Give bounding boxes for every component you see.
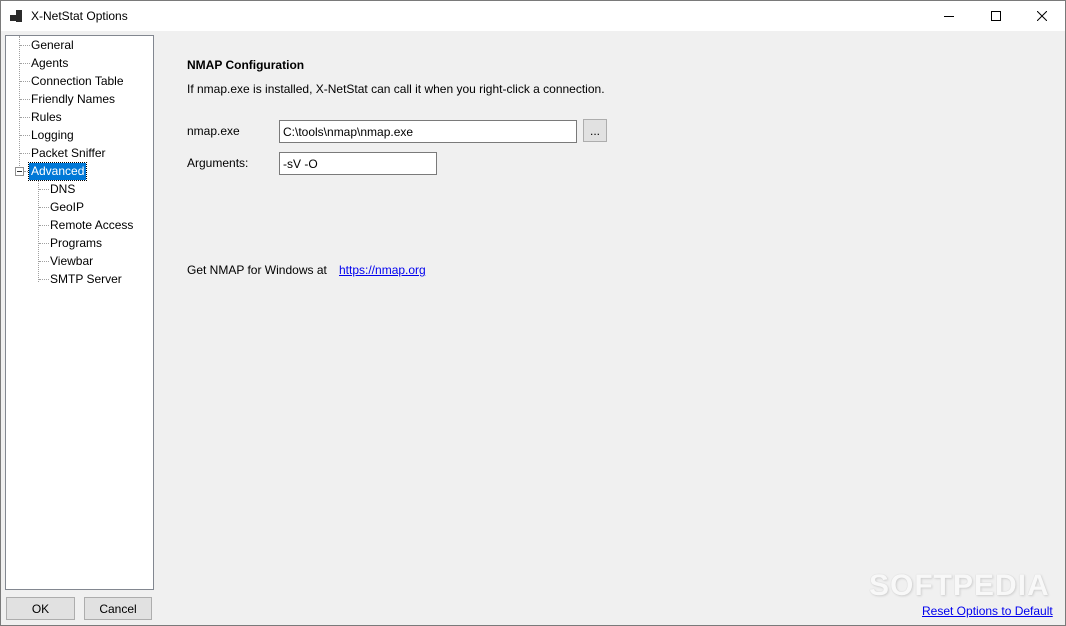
tree-item-logging[interactable]: Logging xyxy=(29,127,76,144)
get-nmap-text: Get NMAP for Windows at xyxy=(187,263,327,277)
tree-item-rules[interactable]: Rules xyxy=(29,109,64,126)
maximize-icon xyxy=(991,11,1001,21)
reset-options-link[interactable]: Reset Options to Default xyxy=(922,604,1053,618)
panel-heading: NMAP Configuration xyxy=(187,58,305,72)
tree-item-packet-sniffer[interactable]: Packet Sniffer xyxy=(29,145,107,162)
close-icon xyxy=(1037,11,1047,21)
cancel-button[interactable]: Cancel xyxy=(84,597,152,620)
tree-item-general[interactable]: General xyxy=(29,37,76,54)
collapse-icon[interactable] xyxy=(15,167,24,176)
tree-item-viewbar[interactable]: Viewbar xyxy=(48,253,95,270)
tree-item-remote-access[interactable]: Remote Access xyxy=(48,217,135,234)
app-icon xyxy=(10,10,24,22)
window-title: X-NetStat Options xyxy=(31,9,128,23)
softpedia-watermark: SOFTPEDIA xyxy=(869,569,1050,602)
tree-item-friendly-names[interactable]: Friendly Names xyxy=(29,91,117,108)
close-button[interactable] xyxy=(1019,1,1065,31)
tree-item-advanced[interactable]: Advanced xyxy=(27,162,88,181)
arguments-input[interactable] xyxy=(279,152,437,175)
options-window: X-NetStat Options General Agents Connect… xyxy=(0,0,1066,626)
minimize-button[interactable] xyxy=(926,1,972,31)
browse-button[interactable]: ... xyxy=(583,119,607,142)
arguments-label: Arguments: xyxy=(187,156,249,170)
minimize-icon xyxy=(944,16,954,17)
tree-item-programs[interactable]: Programs xyxy=(48,235,104,252)
nmap-exe-label: nmap.exe xyxy=(187,124,240,138)
options-tree[interactable]: General Agents Connection Table Friendly… xyxy=(5,35,154,590)
tree-line xyxy=(19,36,20,172)
tree-item-smtp-server[interactable]: SMTP Server xyxy=(48,271,124,288)
nmap-link[interactable]: https://nmap.org xyxy=(339,263,426,277)
tree-item-geoip[interactable]: GeoIP xyxy=(48,199,86,216)
tree-item-dns[interactable]: DNS xyxy=(48,181,77,198)
panel-description: If nmap.exe is installed, X-NetStat can … xyxy=(187,82,605,96)
title-bar[interactable]: X-NetStat Options xyxy=(1,1,1065,31)
ok-button[interactable]: OK xyxy=(6,597,75,620)
nmap-exe-input[interactable] xyxy=(279,120,577,143)
maximize-button[interactable] xyxy=(973,1,1019,31)
tree-item-agents[interactable]: Agents xyxy=(29,55,70,72)
tree-item-connection-table[interactable]: Connection Table xyxy=(29,73,126,90)
tree-line xyxy=(38,181,39,282)
